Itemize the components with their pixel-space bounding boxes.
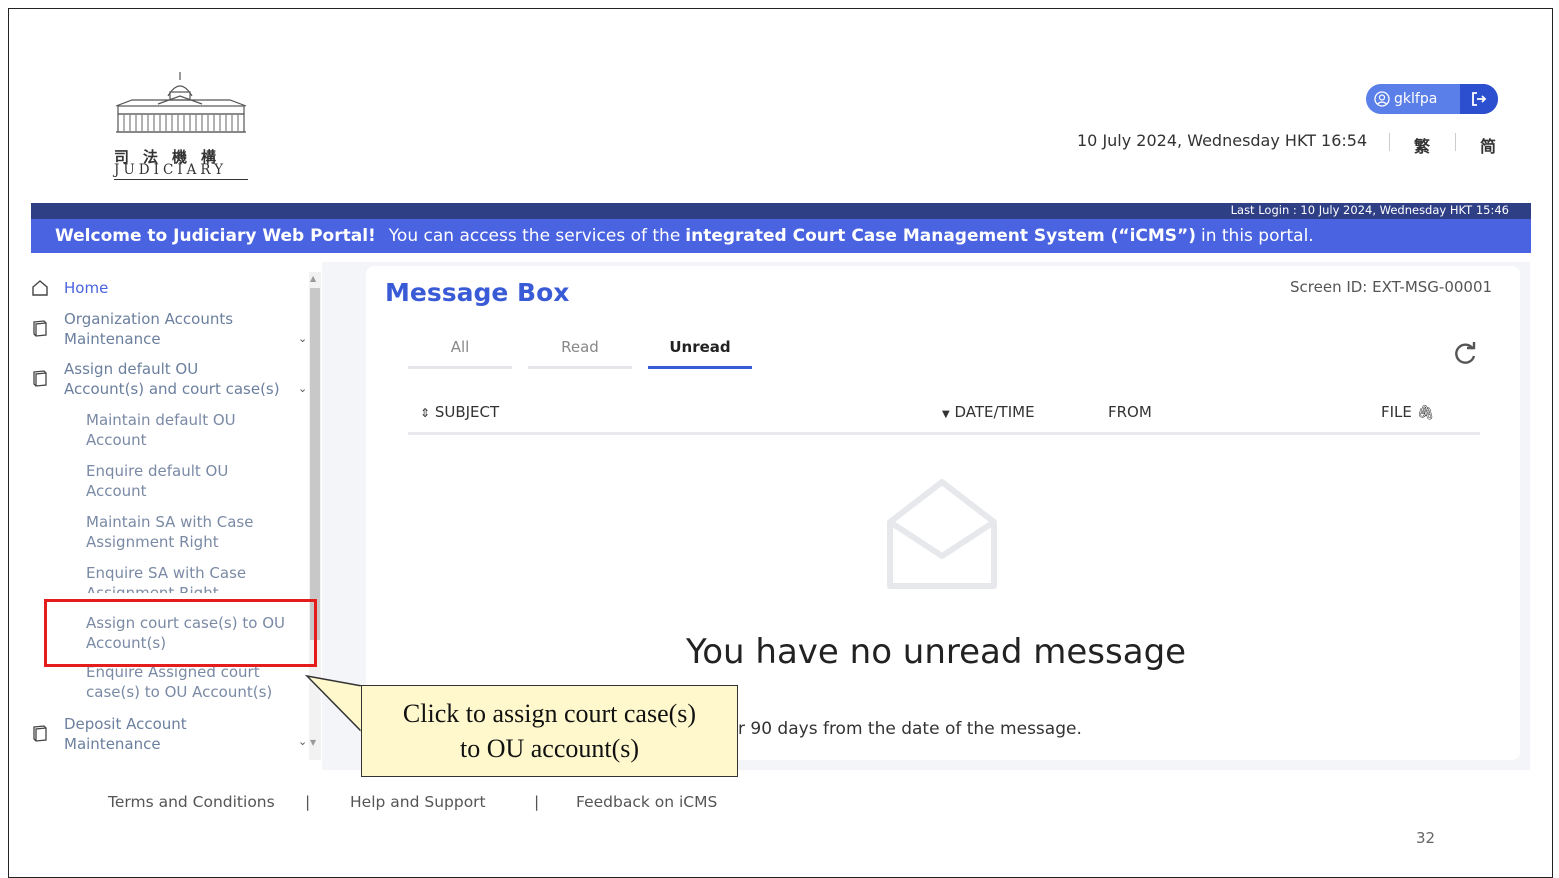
empty-state-message: You have no unread message xyxy=(686,632,1187,672)
message-table-header: ⇕ SUBJECT ▼ DATE/TIME FROM FILE 🖇 xyxy=(408,400,1480,435)
last-login-text: Last Login : 10 July 2024, Wednesday HKT… xyxy=(1230,203,1509,217)
logout-button[interactable] xyxy=(1460,84,1498,114)
current-datetime: 10 July 2024, Wednesday HKT 16:54 xyxy=(1077,131,1368,150)
lang-separator xyxy=(1455,133,1456,151)
footer-terms-link[interactable]: Terms and Conditions xyxy=(108,793,275,811)
page-title: Message Box xyxy=(385,278,570,307)
sidebar-subitem-maintain-sa[interactable]: Maintain SA with Case Assignment Right xyxy=(86,512,316,552)
column-file[interactable]: FILE 🖇 xyxy=(1381,403,1434,421)
envelope-open-icon xyxy=(887,479,997,589)
sub-label: Account xyxy=(86,431,147,449)
callout-line-1: Click to assign court case(s) xyxy=(402,699,697,728)
user-name-button[interactable]: gklfpa xyxy=(1366,84,1460,114)
retention-notice: r 90 days from the date of the message. xyxy=(738,719,1082,739)
tab-unread[interactable]: Unread xyxy=(648,338,752,369)
book-icon xyxy=(33,725,47,742)
column-file-label: FILE xyxy=(1381,403,1412,421)
sub-label: Enquire Assigned court xyxy=(86,666,260,681)
sidebar-label-org-1: Organization Accounts xyxy=(64,310,234,328)
chevron-down-icon: ⌄ xyxy=(298,382,308,395)
username-label: gklfpa xyxy=(1394,91,1438,107)
instruction-callout: Click to assign court case(s) to OU acco… xyxy=(361,685,738,777)
welcome-text-2: in this portal. xyxy=(1200,226,1314,246)
book-icon xyxy=(33,320,47,337)
screen-id: Screen ID: EXT-MSG-00001 xyxy=(1290,278,1493,296)
paperclip-icon: 🖇 xyxy=(1416,405,1435,421)
refresh-icon[interactable] xyxy=(1452,341,1478,367)
footer-separator: | xyxy=(534,793,540,811)
sub-label: Enquire SA with Case xyxy=(86,564,247,582)
sidebar-label-deposit-1: Deposit Account xyxy=(64,715,187,733)
logout-icon xyxy=(1472,92,1487,106)
welcome-system-name: integrated Court Case Management System … xyxy=(685,226,1196,246)
tab-all[interactable]: All xyxy=(408,338,512,369)
callout-line-2: to OU account(s) xyxy=(459,734,640,763)
sidebar-label-assign-2: Account(s) and court case(s) xyxy=(64,380,280,398)
sub-label: Enquire default OU xyxy=(86,462,229,480)
sub-label: case(s) to OU Account(s) xyxy=(86,683,273,701)
page-number: 32 xyxy=(1416,829,1436,847)
sidebar-scrollbar-thumb[interactable] xyxy=(310,288,320,640)
column-from[interactable]: FROM xyxy=(1108,403,1152,421)
user-menu[interactable]: gklfpa xyxy=(1366,84,1498,114)
sort-icon: ⇕ xyxy=(420,406,431,420)
sidebar-nav: Home Organization Accounts Maintenance ⌄… xyxy=(22,268,322,760)
column-subject-label: SUBJECT xyxy=(434,403,500,421)
scroll-up-arrow-icon[interactable]: ▲ xyxy=(310,274,316,283)
sub-label: Assignment Right xyxy=(86,584,219,593)
sub-label: Maintain SA with Case xyxy=(86,513,254,531)
tab-read[interactable]: Read xyxy=(528,338,632,369)
sidebar-label-assign-1: Assign default OU xyxy=(64,360,199,378)
column-datetime[interactable]: ▼ DATE/TIME xyxy=(942,403,1035,421)
column-datetime-label: DATE/TIME xyxy=(954,403,1035,421)
user-icon xyxy=(1374,91,1390,107)
sub-label: Account xyxy=(86,482,147,500)
lang-traditional-button[interactable]: 繁 xyxy=(1414,133,1430,157)
highlight-box xyxy=(44,599,317,667)
sidebar-subitem-enquire-sa[interactable]: Enquire SA with Case Assignment Right xyxy=(86,563,316,593)
last-login-bar: Last Login : 10 July 2024, Wednesday HKT… xyxy=(31,203,1531,219)
footer-help-link[interactable]: Help and Support xyxy=(350,793,486,811)
sub-label: Assignment Right xyxy=(86,533,219,551)
lang-separator xyxy=(1389,133,1390,151)
welcome-text-1: You can access the services of the xyxy=(388,226,681,246)
sort-desc-icon: ▼ xyxy=(942,409,950,420)
sidebar-subitem-maintain-default-ou[interactable]: Maintain default OU Account xyxy=(86,410,316,450)
sidebar-label-org-2: Maintenance xyxy=(64,330,161,348)
sidebar-subitem-enquire-default-ou[interactable]: Enquire default OU Account xyxy=(86,461,316,501)
column-subject[interactable]: ⇕ SUBJECT xyxy=(420,403,499,421)
sidebar-label-home: Home xyxy=(64,279,109,297)
sidebar-label-deposit-2: Maintenance xyxy=(64,735,161,753)
welcome-banner: Welcome to Judiciary Web Portal! You can… xyxy=(31,219,1531,253)
footer-separator: | xyxy=(305,793,311,811)
welcome-title: Welcome to Judiciary Web Portal! xyxy=(55,226,376,246)
logo-english-text: JUDICIARY xyxy=(114,162,248,180)
chevron-down-icon: ⌄ xyxy=(298,332,308,345)
home-icon xyxy=(32,280,48,296)
sidebar-subitem-enquire-assigned[interactable]: Enquire Assigned court case(s) to OU Acc… xyxy=(86,666,316,706)
footer-feedback-link[interactable]: Feedback on iCMS xyxy=(576,793,717,811)
callout-pointer xyxy=(305,674,364,734)
sub-label: Maintain default OU xyxy=(86,411,236,429)
lang-simplified-button[interactable]: 简 xyxy=(1480,133,1496,157)
book-icon xyxy=(33,370,47,387)
